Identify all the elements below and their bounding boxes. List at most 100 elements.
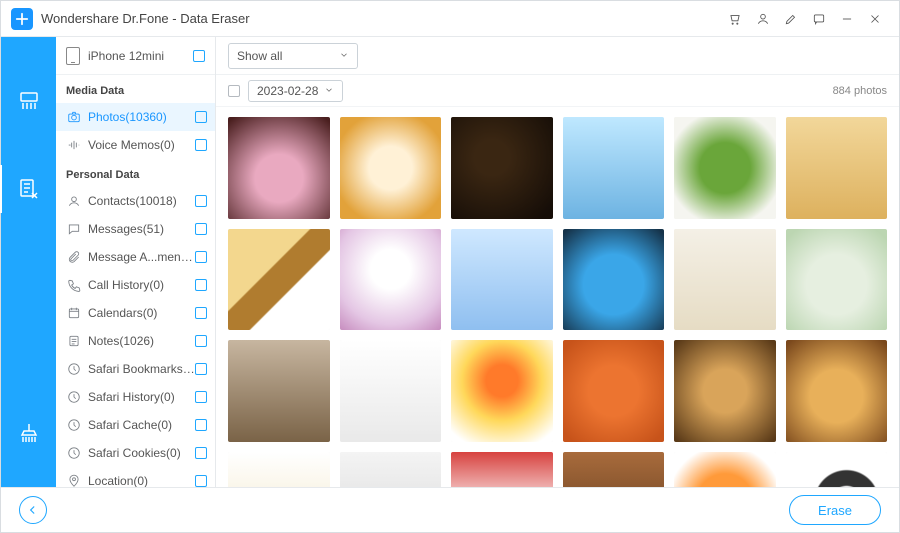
photo-thumbnail[interactable]	[563, 117, 665, 219]
date-label: 2023-02-28	[257, 84, 318, 98]
sidebar-item-cache[interactable]: Safari Cache(0)	[56, 411, 215, 439]
sidebar-item-checkbox[interactable]	[195, 307, 207, 319]
sidebar: iPhone 12mini Media Data Photos(10360) Voi…	[56, 37, 216, 487]
photo-thumbnail-image	[228, 229, 330, 331]
close-icon[interactable]	[861, 5, 889, 33]
sidebar-item-location[interactable]: Location(0)	[56, 467, 215, 487]
photo-thumbnail[interactable]	[674, 340, 776, 442]
user-icon[interactable]	[749, 5, 777, 33]
erase-button[interactable]: Erase	[789, 495, 881, 525]
photo-thumbnail[interactable]	[228, 229, 330, 331]
sidebar-item-checkbox[interactable]	[195, 195, 207, 207]
sidebar-item-checkbox[interactable]	[195, 391, 207, 403]
cookie-icon	[66, 445, 82, 461]
photo-thumbnail[interactable]	[563, 452, 665, 488]
sidebar-item-checkbox[interactable]	[195, 363, 207, 375]
photo-thumbnail-image	[451, 117, 553, 219]
rail-shredder-icon[interactable]	[15, 87, 43, 115]
message-icon	[66, 221, 82, 237]
sidebar-item-label: Message A...ments(34)	[88, 250, 195, 264]
photo-thumbnail[interactable]	[674, 117, 776, 219]
photo-thumbnail[interactable]	[340, 452, 442, 488]
photo-thumbnail-image	[451, 340, 553, 442]
sidebar-item-checkbox[interactable]	[195, 251, 207, 263]
photo-thumbnail[interactable]	[786, 340, 888, 442]
sidebar-item-label: Safari Cache(0)	[88, 418, 195, 432]
app-logo-icon	[11, 8, 33, 30]
photo-thumbnail[interactable]	[786, 229, 888, 331]
sidebar-item-camera[interactable]: Photos(10360)	[56, 103, 215, 131]
sidebar-item-contact[interactable]: Contacts(10018)	[56, 187, 215, 215]
cart-icon[interactable]	[721, 5, 749, 33]
photo-thumbnail[interactable]	[340, 117, 442, 219]
photo-thumbnail[interactable]	[451, 117, 553, 219]
attach-icon	[66, 249, 82, 265]
contact-icon	[66, 193, 82, 209]
filter-show-label: Show all	[237, 49, 282, 63]
sidebar-item-message[interactable]: Messages(51)	[56, 215, 215, 243]
cache-icon	[66, 417, 82, 433]
sidebar-item-bookmark[interactable]: Safari Bookmarks(1347)	[56, 355, 215, 383]
sidebar-item-attach[interactable]: Message A...ments(34)	[56, 243, 215, 271]
sidebar-item-checkbox[interactable]	[195, 335, 207, 347]
sidebar-item-checkbox[interactable]	[195, 223, 207, 235]
sidebar-item-label: Safari History(0)	[88, 390, 195, 404]
photo-grid-scroll[interactable]	[216, 107, 899, 487]
sidebar-item-call[interactable]: Call History(0)	[56, 271, 215, 299]
sidebar-item-checkbox[interactable]	[195, 447, 207, 459]
call-icon	[66, 277, 82, 293]
nav-rail	[1, 37, 56, 487]
photo-thumbnail[interactable]	[451, 452, 553, 488]
photo-thumbnail[interactable]	[340, 340, 442, 442]
photo-thumbnail-image	[786, 229, 888, 331]
note-icon	[66, 333, 82, 349]
photo-thumbnail-image	[228, 340, 330, 442]
sidebar-item-label: Photos(10360)	[88, 110, 195, 124]
date-select[interactable]: 2023-02-28	[248, 80, 343, 102]
minimize-icon[interactable]	[833, 5, 861, 33]
sidebar-item-checkbox[interactable]	[195, 139, 207, 151]
back-button[interactable]	[19, 496, 47, 524]
sidebar-section-header: Media Data	[56, 75, 215, 103]
photo-thumbnail-image	[451, 229, 553, 331]
sidebar-item-cookie[interactable]: Safari Cookies(0)	[56, 439, 215, 467]
chevron-down-icon	[339, 49, 349, 63]
sidebar-item-voice[interactable]: Voice Memos(0)	[56, 131, 215, 159]
sidebar-item-checkbox[interactable]	[195, 419, 207, 431]
device-checkbox[interactable]	[193, 50, 205, 62]
photo-thumbnail-image	[340, 340, 442, 442]
device-row[interactable]: iPhone 12mini	[56, 37, 215, 75]
sidebar-item-label: Voice Memos(0)	[88, 138, 195, 152]
photo-thumbnail[interactable]	[674, 452, 776, 488]
sidebar-item-checkbox[interactable]	[195, 475, 207, 487]
sidebar-item-history[interactable]: Safari History(0)	[56, 383, 215, 411]
photo-thumbnail[interactable]	[786, 452, 888, 488]
history-icon	[66, 389, 82, 405]
edit-icon[interactable]	[777, 5, 805, 33]
photo-thumbnail[interactable]	[451, 340, 553, 442]
photo-thumbnail[interactable]	[563, 229, 665, 331]
date-group-checkbox[interactable]	[228, 85, 240, 97]
sidebar-item-label: Notes(1026)	[88, 334, 195, 348]
photo-thumbnail[interactable]	[451, 229, 553, 331]
sidebar-item-calendar[interactable]: Calendars(0)	[56, 299, 215, 327]
photo-thumbnail[interactable]	[786, 117, 888, 219]
photo-thumbnail-image	[786, 452, 888, 488]
rail-cleanup-icon[interactable]	[15, 419, 43, 447]
sidebar-item-checkbox[interactable]	[195, 279, 207, 291]
photo-thumbnail[interactable]	[340, 229, 442, 331]
photo-thumbnail[interactable]	[228, 340, 330, 442]
photo-thumbnail-image	[563, 452, 665, 488]
photo-thumbnail[interactable]	[228, 117, 330, 219]
sidebar-item-checkbox[interactable]	[195, 111, 207, 123]
sidebar-item-note[interactable]: Notes(1026)	[56, 327, 215, 355]
feedback-icon[interactable]	[805, 5, 833, 33]
rail-erase-data-icon[interactable]	[15, 175, 43, 203]
photo-thumbnail[interactable]	[674, 229, 776, 331]
filter-show-select[interactable]: Show all	[228, 43, 358, 69]
photo-thumbnail[interactable]	[228, 452, 330, 488]
photo-thumbnail-image	[674, 340, 776, 442]
photo-thumbnail-image	[228, 452, 330, 488]
calendar-icon	[66, 305, 82, 321]
photo-thumbnail[interactable]	[563, 340, 665, 442]
